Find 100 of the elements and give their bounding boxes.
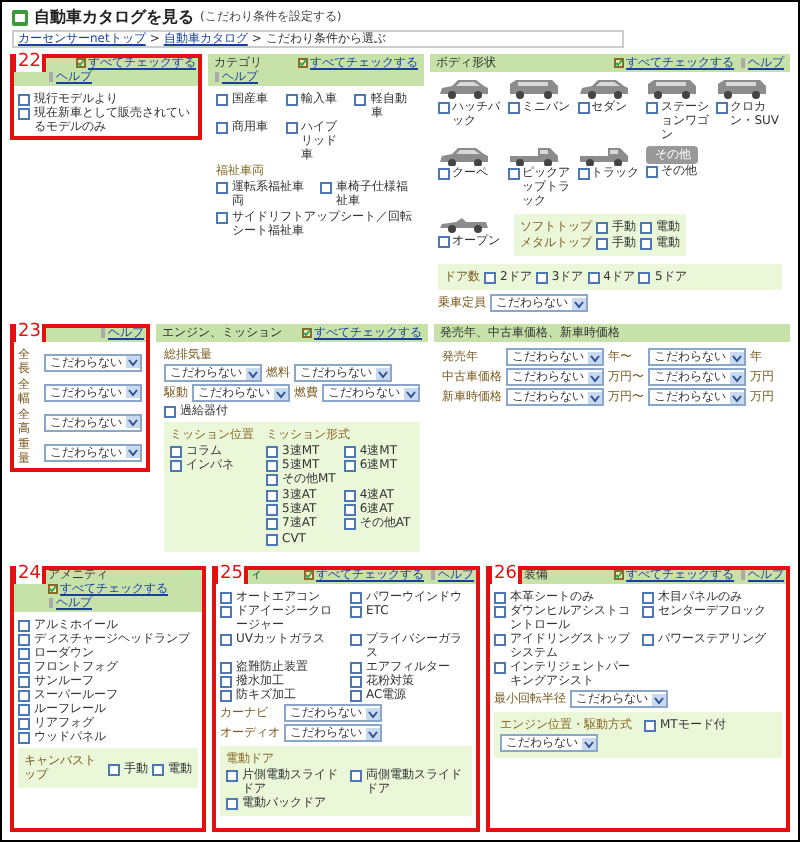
checkbox[interactable] xyxy=(18,704,30,716)
checkbox[interactable] xyxy=(226,770,238,782)
checkbox[interactable] xyxy=(644,720,656,732)
checkbox[interactable] xyxy=(152,763,164,775)
car-icon xyxy=(577,78,630,99)
checkbox[interactable] xyxy=(494,634,506,646)
caret-icon xyxy=(126,356,140,368)
checkbox[interactable] xyxy=(484,272,496,284)
checkbox[interactable] xyxy=(216,212,228,224)
checkbox[interactable] xyxy=(343,504,356,516)
checkbox[interactable] xyxy=(285,94,298,106)
checkbox[interactable] xyxy=(638,272,651,284)
checkbox[interactable] xyxy=(18,634,30,646)
checkbox[interactable] xyxy=(220,592,232,604)
checkbox[interactable] xyxy=(646,165,659,177)
checkbox[interactable] xyxy=(577,101,590,113)
checkbox[interactable] xyxy=(18,732,30,744)
checkbox[interactable] xyxy=(343,446,356,458)
checkbox[interactable] xyxy=(640,222,652,234)
checkbox[interactable] xyxy=(350,690,362,702)
checkbox[interactable] xyxy=(18,676,30,688)
checkbox[interactable] xyxy=(266,534,278,546)
checkbox[interactable] xyxy=(354,94,367,106)
checkbox[interactable] xyxy=(220,606,232,618)
checkbox[interactable] xyxy=(507,101,520,113)
checkbox[interactable] xyxy=(266,446,278,458)
checkbox[interactable] xyxy=(266,474,278,486)
checkbox[interactable] xyxy=(438,235,450,247)
caret-icon xyxy=(366,707,380,719)
caret-icon xyxy=(126,386,140,398)
checkbox[interactable] xyxy=(266,504,278,516)
checkbox[interactable] xyxy=(343,460,356,472)
checkbox[interactable] xyxy=(438,168,450,180)
checkbox[interactable] xyxy=(18,662,30,674)
checkbox[interactable] xyxy=(220,676,232,688)
checkbox[interactable] xyxy=(642,592,654,604)
caret-icon xyxy=(366,727,380,739)
checkbox[interactable] xyxy=(640,238,652,250)
checkbox[interactable] xyxy=(266,518,278,530)
car-icon xyxy=(438,145,490,166)
callout-number: 26 xyxy=(488,566,523,584)
checkbox[interactable] xyxy=(220,662,232,674)
checkbox[interactable] xyxy=(164,406,176,418)
checkbox[interactable] xyxy=(216,182,228,194)
checkbox[interactable] xyxy=(350,662,362,674)
checkbox[interactable] xyxy=(350,770,362,782)
car-icon xyxy=(577,145,630,166)
checkbox[interactable] xyxy=(350,676,362,688)
checkbox[interactable] xyxy=(108,763,120,775)
checkbox[interactable] xyxy=(320,182,332,194)
checkbox[interactable] xyxy=(350,634,362,646)
checkbox[interactable] xyxy=(216,122,228,134)
checkbox[interactable] xyxy=(18,108,30,120)
checkbox[interactable] xyxy=(494,592,506,604)
car-icon xyxy=(716,78,769,99)
checkbox[interactable] xyxy=(266,490,278,502)
checkbox[interactable] xyxy=(18,620,30,632)
checkbox-icon xyxy=(614,570,624,580)
checkbox[interactable] xyxy=(642,606,654,618)
checkbox[interactable] xyxy=(18,690,30,702)
checkbox[interactable] xyxy=(507,168,520,180)
checkbox[interactable] xyxy=(220,634,232,646)
checkbox[interactable] xyxy=(577,168,590,180)
checkbox[interactable] xyxy=(596,222,608,234)
checkbox[interactable] xyxy=(716,101,729,113)
checkbox[interactable] xyxy=(350,606,362,618)
checkbox-icon xyxy=(302,328,312,338)
caret-icon xyxy=(572,297,586,309)
checkbox[interactable] xyxy=(285,122,298,134)
caret-icon xyxy=(274,387,288,399)
checkbox[interactable] xyxy=(350,592,362,604)
checkbox[interactable] xyxy=(494,606,506,618)
caret-icon xyxy=(588,391,602,403)
caret-icon xyxy=(404,387,418,399)
checkbox[interactable] xyxy=(535,272,548,284)
car-icon xyxy=(507,78,560,99)
checkbox-icon xyxy=(48,584,58,594)
checkbox-icon xyxy=(304,570,314,580)
car-icon xyxy=(438,78,490,99)
checkbox[interactable] xyxy=(226,798,238,810)
checkbox[interactable] xyxy=(343,490,356,502)
checkbox[interactable] xyxy=(587,272,600,284)
checkbox[interactable] xyxy=(642,634,654,646)
checkbox[interactable] xyxy=(18,648,30,660)
checkbox-icon xyxy=(614,58,624,68)
checkbox[interactable] xyxy=(220,690,232,702)
checkbox[interactable] xyxy=(18,94,30,106)
checkbox[interactable] xyxy=(170,460,182,472)
car-icon xyxy=(507,145,560,166)
callout-number: 25 xyxy=(214,566,249,584)
checkbox[interactable] xyxy=(266,460,278,472)
caret-icon xyxy=(588,351,602,363)
checkbox[interactable] xyxy=(596,238,608,250)
checkbox[interactable] xyxy=(343,518,356,530)
checkbox[interactable] xyxy=(170,446,182,458)
checkbox[interactable] xyxy=(18,718,30,730)
checkbox[interactable] xyxy=(494,662,506,674)
checkbox[interactable] xyxy=(646,101,659,113)
checkbox[interactable] xyxy=(216,94,228,106)
checkbox[interactable] xyxy=(438,101,450,113)
